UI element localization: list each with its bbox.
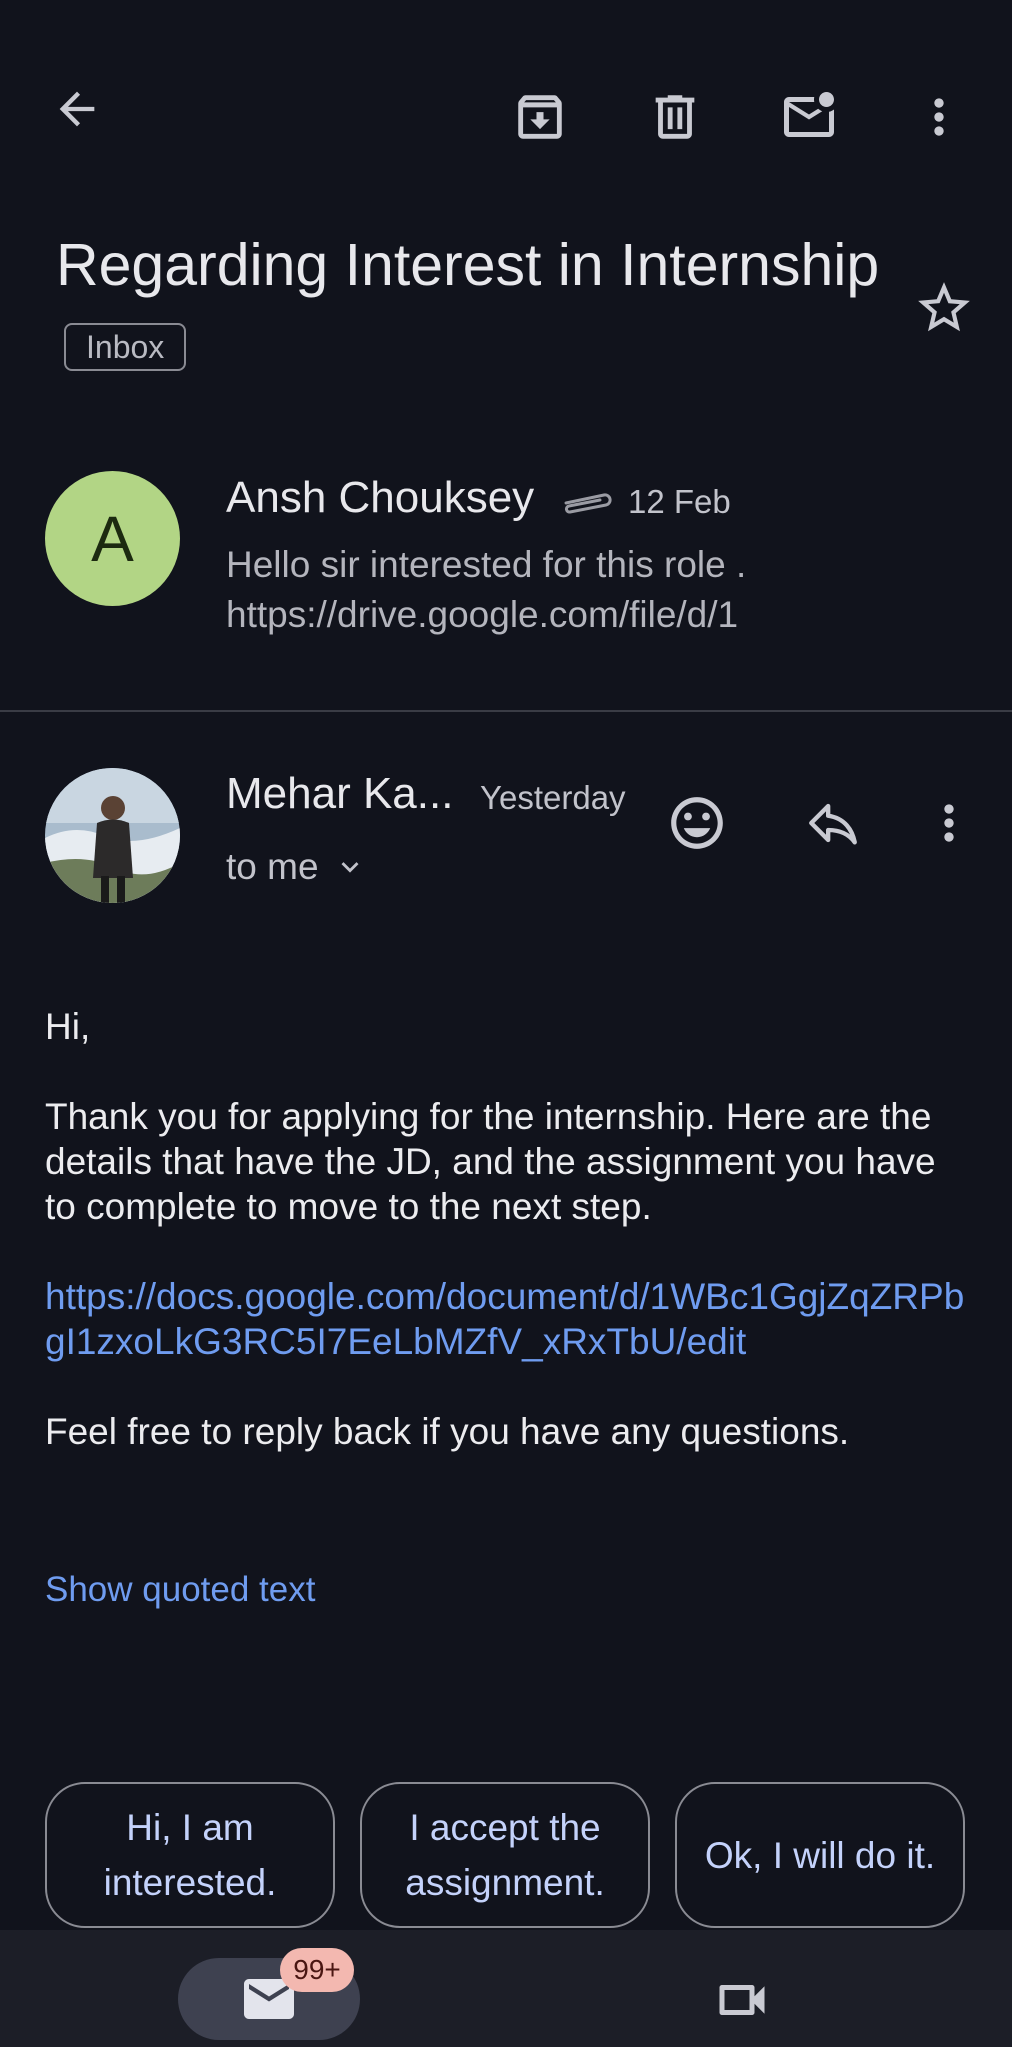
smart-reply-chip[interactable]: I accept the assignment. (360, 1782, 650, 1928)
delete-button[interactable] (638, 80, 712, 154)
more-options-button[interactable] (902, 80, 976, 154)
reply-button[interactable] (796, 786, 870, 860)
sender-name: Mehar Ka... (226, 769, 454, 818)
smart-reply-chip[interactable]: Hi, I am interested. (45, 1782, 335, 1928)
avatar[interactable]: A (45, 471, 180, 606)
message-date: Yesterday (480, 779, 626, 816)
back-button[interactable] (40, 72, 114, 146)
archive-button[interactable] (503, 80, 577, 154)
unread-count-badge: 99+ (280, 1948, 354, 1992)
archive-icon (518, 95, 562, 139)
more-vert-icon (944, 804, 954, 842)
chevron-down-icon (341, 862, 359, 873)
trash-icon (655, 95, 695, 139)
show-quoted-text-link[interactable]: Show quoted text (45, 1568, 315, 1612)
video-camera-icon (719, 1985, 765, 2015)
paperclip-icon (564, 493, 612, 514)
bottom-navigation: 99+ (0, 1930, 1012, 2047)
message-date: 12 Feb (628, 483, 731, 520)
top-app-bar (0, 0, 1012, 220)
subject-title: Regarding Interest in Internship (56, 232, 880, 298)
arrow-back-icon (59, 91, 95, 127)
add-reaction-button[interactable] (660, 786, 734, 860)
label-chip[interactable]: Inbox (64, 323, 187, 372)
star-button[interactable] (906, 270, 982, 346)
message-more-button[interactable] (912, 786, 986, 860)
mail-unread-icon (784, 92, 834, 137)
message-snippet: Hello sir interested for this role . htt… (226, 544, 747, 635)
email-subject: Regarding Interest in Internship Inbox (56, 222, 896, 394)
divider (0, 710, 1012, 712)
message-body: Hi, Thank you for applying for the inter… (45, 1004, 975, 1499)
mark-unread-button[interactable] (772, 80, 846, 154)
star-outline-icon (918, 282, 970, 332)
recipient-details-toggle[interactable]: to me (226, 842, 367, 892)
sender-name: Ansh Chouksey (226, 473, 535, 522)
nav-meet-tab[interactable] (712, 1970, 772, 2035)
smart-reply-chip[interactable]: Ok, I will do it. (675, 1782, 965, 1928)
more-vert-icon (934, 98, 944, 136)
body-paragraph: Thank you for applying for the internshi… (45, 1096, 936, 1227)
emoji-react-icon (671, 797, 723, 849)
email-thread-screen: Regarding Interest in Internship Inbox A… (0, 0, 1012, 2047)
avatar[interactable] (45, 768, 180, 903)
greeting: Hi, (45, 1006, 91, 1047)
body-paragraph: Feel free to reply back if you have any … (45, 1411, 850, 1452)
reply-icon (809, 803, 857, 845)
recipient-label: to me (226, 846, 319, 887)
document-link[interactable]: https://docs.google.com/document/d/1WBc1… (45, 1276, 964, 1362)
